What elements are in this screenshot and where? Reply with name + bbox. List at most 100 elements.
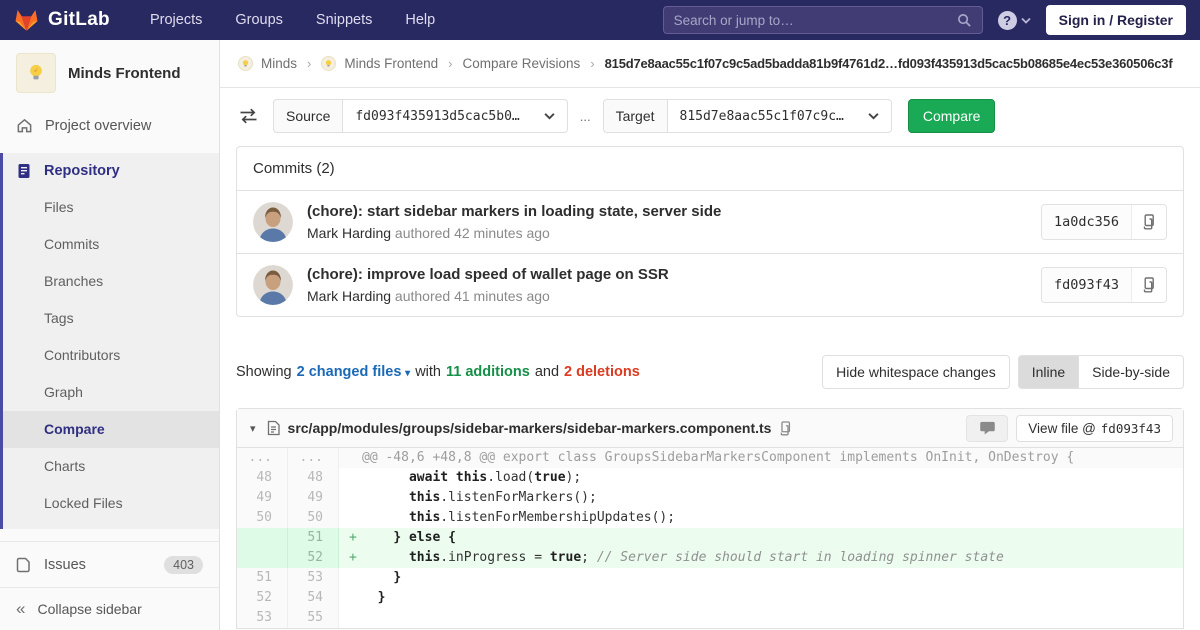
inline-view-button[interactable]: Inline	[1018, 355, 1079, 389]
showing-label: Showing	[236, 364, 292, 380]
new-line-number[interactable]: 49	[288, 488, 339, 508]
target-label: Target	[603, 99, 668, 133]
diff-stats-bar: Showing 2 changed files ▾ with 11 additi…	[220, 355, 1200, 389]
diff-file-path[interactable]: src/app/modules/groups/sidebar-markers/s…	[288, 420, 772, 436]
sidebar-item-tags[interactable]: Tags	[3, 300, 219, 337]
breadcrumb-item-minds[interactable]: Minds	[261, 56, 297, 71]
collapse-sidebar-button[interactable]: « Collapse sidebar	[0, 587, 219, 630]
diff-line-content: }	[339, 588, 1183, 608]
new-line-number[interactable]: 50	[288, 508, 339, 528]
project-header[interactable]: Minds Frontend	[0, 40, 219, 104]
view-file-button[interactable]: View file @ fd093f43	[1016, 415, 1173, 442]
old-line-number[interactable]: 51	[237, 568, 288, 588]
new-line-number[interactable]: 55	[288, 608, 339, 628]
gitlab-logo[interactable]: GitLab	[14, 8, 110, 32]
old-line-number[interactable]: ...	[237, 448, 288, 468]
sidebar-section-repository: Repository Files Commits Branches Tags C…	[0, 153, 219, 529]
search-icon	[957, 13, 972, 28]
swap-revisions-button[interactable]	[236, 105, 261, 127]
copy-sha-button[interactable]	[1131, 268, 1166, 302]
sidebar-item-repository[interactable]: Repository	[3, 153, 219, 189]
commit-title-link[interactable]: (chore): improve load speed of wallet pa…	[307, 266, 1027, 283]
diff-line-content: this.listenForMembershipUpdates();	[339, 508, 1183, 528]
old-line-number[interactable]	[237, 528, 288, 548]
compare-button[interactable]: Compare	[908, 99, 996, 133]
navbar-right: Search or jump to… ? Sign in / Register	[663, 5, 1186, 35]
new-line-number[interactable]: 52	[288, 548, 339, 568]
view-file-sha: fd093f43	[1101, 421, 1161, 436]
new-line-number[interactable]: 51	[288, 528, 339, 548]
hide-whitespace-button[interactable]: Hide whitespace changes	[822, 355, 1010, 389]
sidebar-item-issues[interactable]: Issues 403	[0, 542, 219, 588]
sidebar-item-project-overview[interactable]: Project overview	[0, 104, 219, 147]
old-line-number[interactable]: 48	[237, 468, 288, 488]
sidebar-item-label: Issues	[44, 557, 86, 573]
repository-icon	[16, 163, 32, 179]
sidebar-item-commits[interactable]: Commits	[3, 226, 219, 263]
source-revision-dropdown[interactable]: fd093f435913d5cac5b0…	[343, 99, 567, 133]
new-line-number[interactable]: 53	[288, 568, 339, 588]
sidebar-item-locked-files[interactable]: Locked Files	[3, 485, 219, 522]
old-line-number[interactable]	[237, 548, 288, 568]
sidebar-item-compare[interactable]: Compare	[3, 411, 219, 448]
breadcrumb-current-shas: 815d7e8aac55c1f07c9c5ad5badda81b9f4761d2…	[605, 56, 1173, 71]
collapse-file-caret-icon[interactable]: ▾	[247, 422, 259, 435]
changed-files-dropdown[interactable]: 2 changed files ▾	[297, 364, 411, 380]
sidebar-item-files[interactable]: Files	[3, 189, 219, 226]
old-line-number[interactable]: 53	[237, 608, 288, 628]
target-revision-dropdown[interactable]: 815d7e8aac55c1f07c9c…	[668, 99, 892, 133]
sidebar-item-branches[interactable]: Branches	[3, 263, 219, 300]
nav-link-groups[interactable]: Groups	[235, 12, 283, 28]
nav-links: Projects Groups Snippets Help	[150, 12, 435, 28]
avatar[interactable]	[253, 265, 293, 305]
breadcrumb-item-minds-frontend[interactable]: Minds Frontend	[344, 56, 438, 71]
sidebar-item-graph[interactable]: Graph	[3, 374, 219, 411]
commit-sha-link[interactable]: 1a0dc356	[1042, 205, 1131, 239]
commit-title-link[interactable]: (chore): start sidebar markers in loadin…	[307, 203, 1027, 220]
breadcrumb-item-compare-revisions[interactable]: Compare Revisions	[463, 56, 581, 71]
old-line-number[interactable]: 49	[237, 488, 288, 508]
deletions-count: 2 deletions	[564, 364, 640, 380]
revision-range-dots: ...	[580, 109, 591, 124]
clipboard-icon	[1142, 214, 1156, 230]
commit-sha-link[interactable]: fd093f43	[1042, 268, 1131, 302]
top-navbar: GitLab Projects Groups Snippets Help Sea…	[0, 0, 1200, 40]
nav-link-help[interactable]: Help	[405, 12, 435, 28]
diff-line: 5050 this.listenForMembershipUpdates();	[237, 508, 1183, 528]
sidebar-item-charts[interactable]: Charts	[3, 448, 219, 485]
old-line-number[interactable]: 50	[237, 508, 288, 528]
toggle-comments-button[interactable]	[966, 415, 1008, 442]
chevron-down-icon	[868, 112, 879, 120]
commit-info: (chore): improve load speed of wallet pa…	[307, 266, 1027, 304]
sidebar-item-contributors[interactable]: Contributors	[3, 337, 219, 374]
diff-line: 5153 }	[237, 568, 1183, 588]
sign-in-register-button[interactable]: Sign in / Register	[1046, 5, 1186, 35]
commit-row: (chore): improve load speed of wallet pa…	[237, 254, 1183, 316]
copy-sha-button[interactable]	[1131, 205, 1166, 239]
new-line-number[interactable]: 54	[288, 588, 339, 608]
additions-count: 11 additions	[446, 364, 530, 380]
search-input[interactable]: Search or jump to…	[663, 6, 983, 34]
diff-line-content	[339, 608, 1183, 628]
diff-line-content: await this.load(true);	[339, 468, 1183, 488]
commit-author-link[interactable]: Mark Harding	[307, 288, 391, 304]
diff-line-content: @@ -48,6 +48,8 @@ export class GroupsSid…	[339, 448, 1183, 468]
diff-table: ...... @@ -48,6 +48,8 @@ export class Gr…	[237, 448, 1183, 628]
project-avatar-small	[321, 56, 336, 71]
diff-file-panel: ▾ src/app/modules/groups/sidebar-markers…	[236, 408, 1184, 629]
project-avatar	[16, 53, 56, 93]
new-line-number[interactable]: 48	[288, 468, 339, 488]
nav-link-projects[interactable]: Projects	[150, 12, 202, 28]
side-by-side-view-button[interactable]: Side-by-side	[1078, 355, 1184, 389]
commit-author-link[interactable]: Mark Harding	[307, 225, 391, 241]
nav-link-snippets[interactable]: Snippets	[316, 12, 372, 28]
old-line-number[interactable]: 52	[237, 588, 288, 608]
new-line-number[interactable]: ...	[288, 448, 339, 468]
sidebar-item-label: Repository	[44, 163, 120, 179]
commits-header: Commits (2)	[237, 147, 1183, 191]
copy-path-button[interactable]	[779, 421, 792, 436]
issues-icon	[16, 557, 32, 573]
help-menu[interactable]: ?	[998, 11, 1031, 30]
avatar[interactable]	[253, 202, 293, 242]
main-content: Minds › Minds Frontend › Compare Revisio…	[220, 40, 1200, 630]
